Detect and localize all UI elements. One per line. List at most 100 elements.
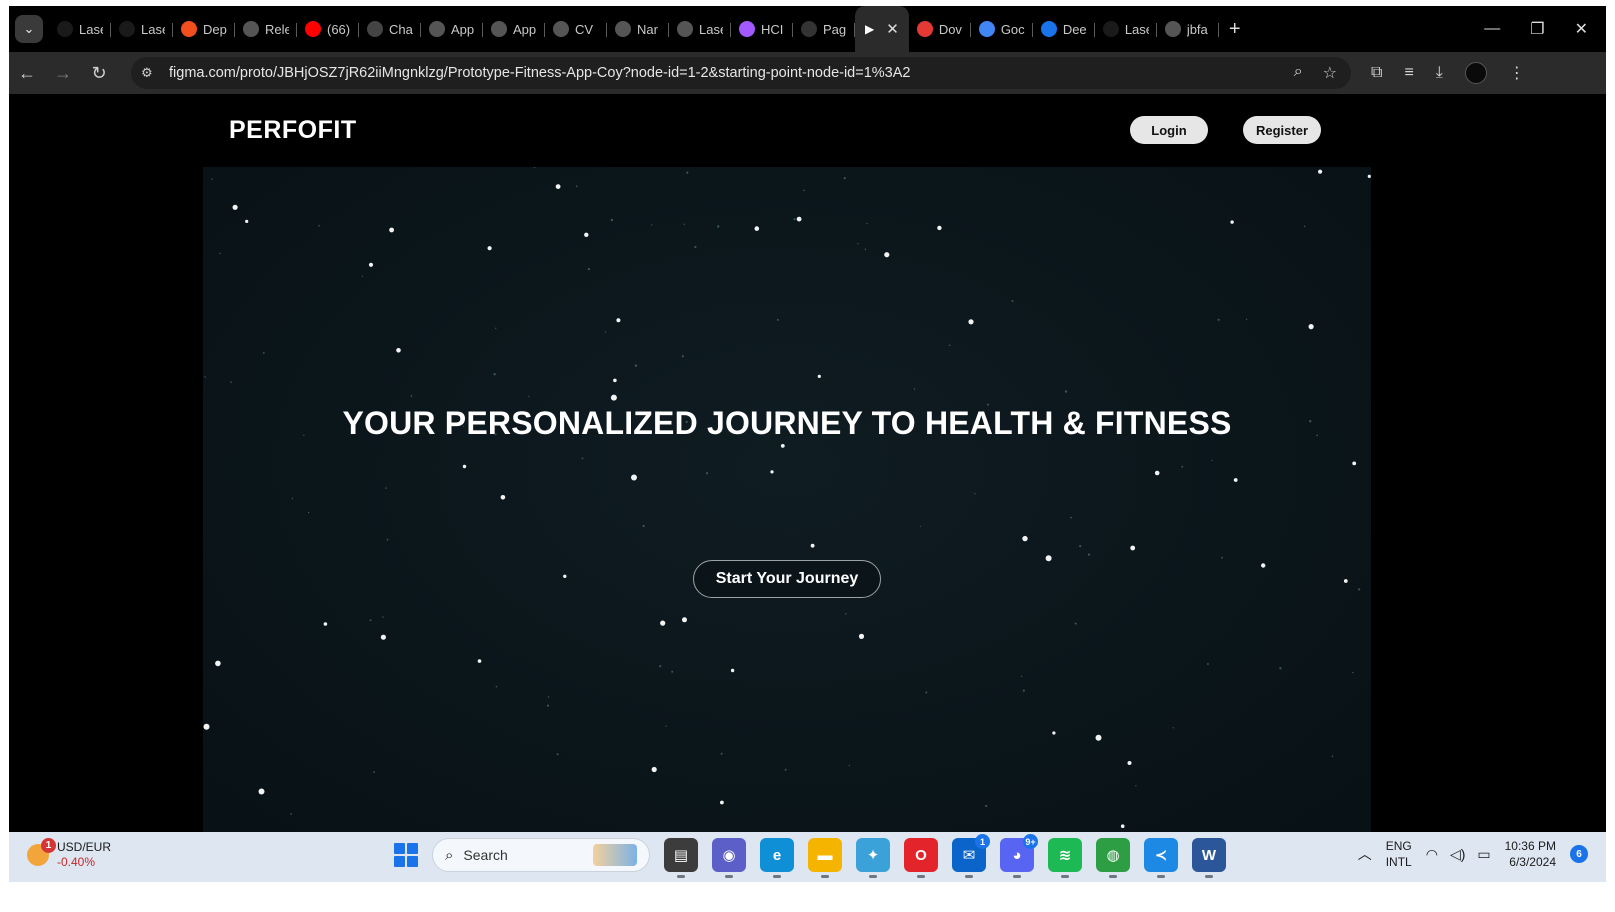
chrome-icon[interactable]: ◍ <box>1096 838 1130 878</box>
star <box>462 464 467 469</box>
star <box>660 620 666 626</box>
menu-icon[interactable]: ⋮ <box>1509 63 1525 83</box>
vscode-icon[interactable]: ≺ <box>1144 838 1178 878</box>
browser-tab[interactable]: Dee <box>1033 6 1095 52</box>
running-indicator <box>773 875 781 878</box>
active-browser-tab[interactable]: ▶ ✕ <box>855 6 909 52</box>
running-indicator <box>677 875 685 878</box>
star <box>610 394 617 401</box>
browser-tab[interactable]: Lase <box>49 6 111 52</box>
star <box>913 388 916 390</box>
star <box>1181 465 1184 468</box>
browser-tab[interactable]: Dov <box>909 6 971 52</box>
running-indicator <box>965 875 973 878</box>
bookmark-star-icon[interactable]: ☆ <box>1323 63 1337 83</box>
close-tab-icon[interactable]: ✕ <box>886 20 899 38</box>
teams-icon[interactable]: ◉ <box>712 838 746 878</box>
browser-tab[interactable]: App <box>421 6 483 52</box>
star <box>584 232 589 237</box>
star <box>290 813 292 815</box>
address-bar[interactable]: ⚙ figma.com/proto/JBHjOSZ7jR62iiMngnklzg… <box>131 57 1351 89</box>
browser-tab[interactable]: Pag <box>793 6 855 52</box>
windows-start-icon[interactable] <box>394 843 418 867</box>
star <box>671 670 674 673</box>
star <box>665 725 667 727</box>
browser-tab[interactable]: Cha <box>359 6 421 52</box>
clock[interactable]: 10:36 PM 6/3/2024 <box>1505 838 1556 870</box>
clock-date: 6/3/2024 <box>1509 855 1556 869</box>
opera-icon[interactable]: O <box>904 838 938 878</box>
browser-tab[interactable]: App <box>483 6 545 52</box>
url-text[interactable]: figma.com/proto/JBHjOSZ7jR62iiMngnklzg/P… <box>169 65 1294 81</box>
browser-tab[interactable]: Lase <box>669 6 731 52</box>
volume-icon[interactable]: ◁) <box>1450 846 1465 863</box>
tab-label: (66) <box>327 21 351 37</box>
star <box>500 495 506 500</box>
reload-button[interactable]: ↻ <box>81 63 117 84</box>
browser-tab[interactable]: Rele <box>235 6 297 52</box>
browser-tab[interactable]: Lase <box>1095 6 1157 52</box>
lang-bottom: INTL <box>1385 855 1412 869</box>
globe-icon <box>615 21 631 37</box>
restore-icon[interactable]: ❐ <box>1530 19 1544 39</box>
notifications-badge[interactable]: 6 <box>1570 845 1588 863</box>
tab-label: Lase <box>141 21 165 37</box>
folder-icon[interactable]: ▬ <box>808 838 842 878</box>
star <box>1074 622 1077 625</box>
file-manager-icon[interactable]: ▤ <box>664 838 698 878</box>
star <box>770 470 774 474</box>
star <box>495 685 498 688</box>
star <box>1130 545 1136 551</box>
forward-button[interactable]: → <box>45 63 81 84</box>
star <box>985 804 988 808</box>
close-window-icon[interactable]: ✕ <box>1575 19 1588 39</box>
extensions-icon[interactable]: ⧉ <box>1371 64 1382 82</box>
minimize-icon[interactable]: — <box>1484 20 1500 38</box>
spotify-icon[interactable]: ≋ <box>1048 838 1082 878</box>
language-indicator[interactable]: ENG INTL <box>1386 838 1412 870</box>
chevron-down-icon: ⌄ <box>23 21 35 36</box>
brand-logo[interactable]: PERFOFIT <box>229 116 357 145</box>
tab-search-button[interactable]: ⌄ <box>15 15 43 43</box>
star <box>380 634 386 640</box>
browser-tab[interactable]: HCI <box>731 6 793 52</box>
zoom-icon[interactable]: ⌕ <box>1294 63 1303 83</box>
tab-list: Lase Lase Dep Rele (66) Cha App App CV Nar Lase HCI… <box>49 6 1219 52</box>
star <box>323 622 328 626</box>
star <box>204 376 206 378</box>
show-hidden-icons-chevron-icon[interactable]: ︿ <box>1358 844 1372 864</box>
register-button[interactable]: Register <box>1243 116 1321 144</box>
back-button[interactable]: ← <box>9 63 45 84</box>
discord-icon[interactable]: ◕ 9+ <box>1000 834 1038 878</box>
browser-tab[interactable]: Dep <box>173 6 235 52</box>
star <box>1217 318 1220 321</box>
mail-icon[interactable]: ✉ 1 <box>952 834 990 878</box>
start-journey-button[interactable]: Start Your Journey <box>693 560 881 598</box>
login-button[interactable]: Login <box>1130 116 1208 144</box>
star <box>555 184 561 189</box>
profile-avatar[interactable] <box>1464 62 1487 84</box>
wifi-icon[interactable]: ◠ <box>1426 846 1438 863</box>
star <box>604 331 607 333</box>
browser-icon[interactable]: ✦ <box>856 838 890 878</box>
battery-icon[interactable]: ▭ <box>1477 846 1490 863</box>
word-icon[interactable]: W <box>1192 838 1226 878</box>
currency-widget[interactable]: 1 USD/EUR -0.40% <box>27 838 111 870</box>
media-control-icon[interactable]: ≡ <box>1404 64 1413 82</box>
star <box>843 177 846 180</box>
browser-tab[interactable]: jbfa <box>1157 6 1219 52</box>
site-settings-icon[interactable]: ⚙ <box>141 65 163 81</box>
browser-tab[interactable]: Lase <box>111 6 173 52</box>
new-tab-button[interactable]: + <box>1229 18 1241 41</box>
browser-tab[interactable]: (66) <box>297 6 359 52</box>
browser-tab[interactable]: Nar <box>607 6 669 52</box>
app-badge: 9+ <box>1023 834 1038 849</box>
star <box>925 691 928 694</box>
browser-tab[interactable]: CV <box>545 6 607 52</box>
browser-tab[interactable]: Goc <box>971 6 1033 52</box>
taskbar-search[interactable]: ⌕ Search <box>432 838 650 872</box>
edge-icon[interactable]: e <box>760 838 794 878</box>
downloads-icon[interactable]: ⤓ <box>1436 64 1443 82</box>
star <box>1233 478 1238 482</box>
star <box>682 617 687 623</box>
